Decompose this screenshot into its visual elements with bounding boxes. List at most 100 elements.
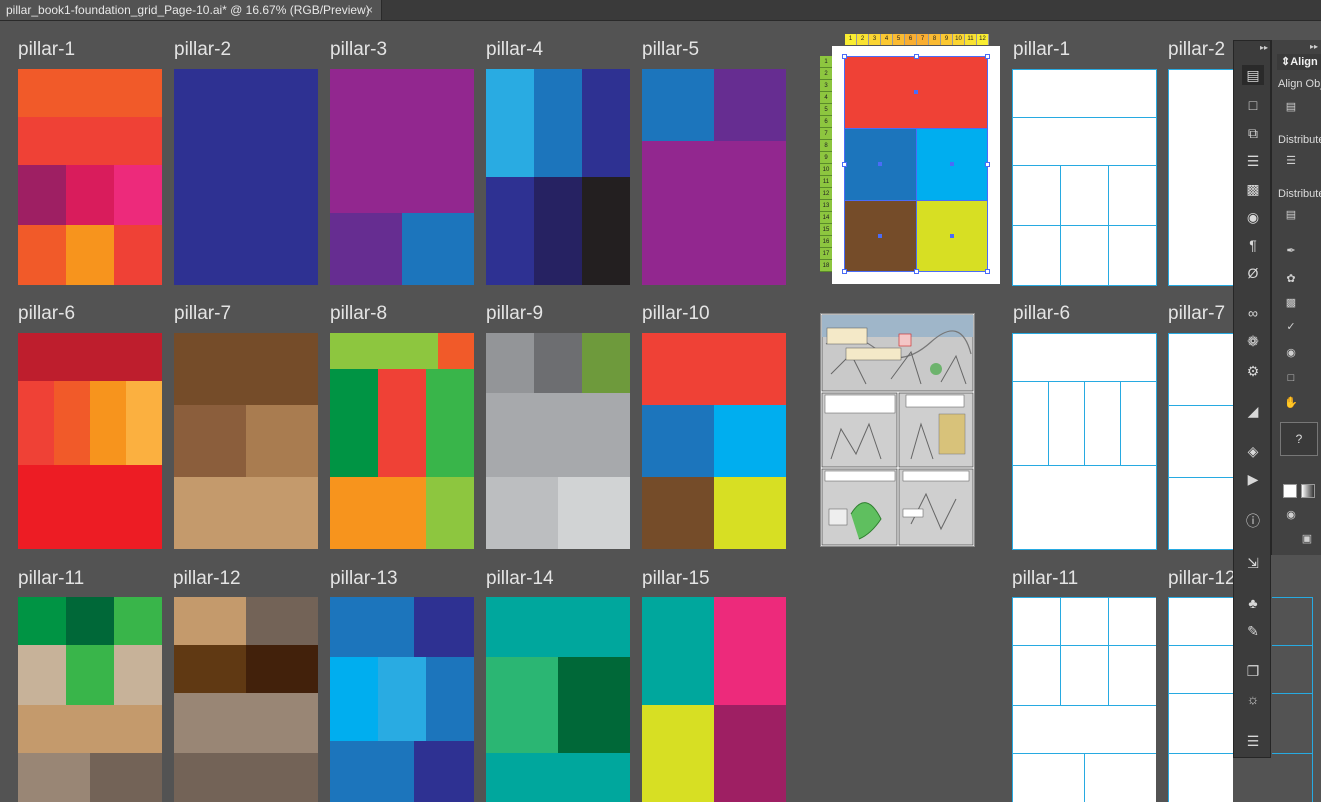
- outline-label-pillar-2: pillar-2: [1168, 39, 1226, 60]
- selected-grid-group[interactable]: [842, 54, 990, 274]
- appearance-icon[interactable]: ◢: [1242, 401, 1264, 421]
- artboard-label-pillar-2: pillar-2: [174, 39, 232, 60]
- artboard-pillar-4[interactable]: [486, 69, 630, 285]
- symbol-sprayer-icon[interactable]: ◉: [1282, 346, 1300, 360]
- artboard-pillar-14[interactable]: [486, 597, 630, 802]
- gradient-fill-button[interactable]: [1301, 484, 1315, 498]
- outline-artboard-pillar-11[interactable]: [1012, 597, 1156, 802]
- artboard-label-pillar-9: pillar-9: [486, 303, 544, 324]
- lasso-tool-icon[interactable]: ✿: [1282, 272, 1300, 286]
- artboard-pillar-10[interactable]: [642, 333, 786, 549]
- selection-handle[interactable]: [842, 54, 847, 59]
- clipped-artboard-region: pillar-2 pillar-7 pillar-12: [1157, 0, 1233, 802]
- artboard-label-pillar-1: pillar-1: [18, 39, 76, 60]
- comic-sketch-image: [821, 314, 974, 546]
- outline-artboard-pillar-1[interactable]: [1012, 69, 1157, 286]
- selection-handle[interactable]: [985, 162, 990, 167]
- artboard-label-pillar-6: pillar-6: [18, 303, 76, 324]
- info-icon[interactable]: ⓘ: [1242, 511, 1264, 531]
- outline-artboard-pillar-6[interactable]: [1012, 333, 1157, 550]
- fill-stroke-swatch[interactable]: ?: [1280, 422, 1318, 456]
- screen-mode-icon[interactable]: ▣: [1298, 532, 1316, 546]
- artboard-label-pillar-12: pillar-12: [173, 568, 241, 589]
- gradient-icon[interactable]: ▩: [1242, 179, 1264, 199]
- globe-icon[interactable]: ☼: [1242, 689, 1264, 709]
- outline-artboard-pillar-2[interactable]: [1168, 69, 1233, 286]
- panel-icon-strip: ▸▸ ▤ □ ⧉ ☰ ▩ ◉ ¶ Ø ∞ ❁ ⚙ ◢ ◈ ▶ ⓘ ⇲ ♣ ✎ ❐…: [1233, 40, 1271, 758]
- outline-label-pillar-12: pillar-12: [1168, 568, 1233, 589]
- artboard-label-pillar-15: pillar-15: [642, 568, 710, 589]
- selection-handle[interactable]: [914, 54, 919, 59]
- selection-handle[interactable]: [842, 162, 847, 167]
- selection-handle[interactable]: [914, 269, 919, 274]
- column-ruler: 1 2 3 4 5 6 7 8 9 10 11 12: [845, 34, 989, 45]
- artboard-label-pillar-13: pillar-13: [330, 568, 398, 589]
- fill-color-button[interactable]: [1283, 484, 1297, 498]
- outline-label-pillar-7: pillar-7: [1168, 303, 1226, 324]
- artboard-pillar-1[interactable]: [18, 69, 162, 285]
- document-tab[interactable]: pillar_book1-foundation_grid_Page-10.ai*…: [0, 0, 382, 20]
- artboard-pillar-13[interactable]: [330, 597, 474, 802]
- opentype-icon[interactable]: Ø: [1242, 263, 1264, 283]
- artboard-label-pillar-11: pillar-11: [18, 568, 85, 589]
- export-icon[interactable]: ⇲: [1242, 553, 1264, 573]
- stroke-icon[interactable]: ☰: [1242, 151, 1264, 171]
- layers-icon[interactable]: ☰: [1242, 731, 1264, 751]
- document-tab-bar: pillar_book1-foundation_grid_Page-10.ai*…: [0, 0, 1321, 21]
- shape-builder-icon[interactable]: ▩: [1282, 296, 1300, 310]
- outline-label-pillar-6: pillar-6: [1013, 303, 1071, 324]
- outline-artboard-pillar-7[interactable]: [1168, 333, 1233, 550]
- paragraph-icon[interactable]: ¶: [1242, 235, 1264, 255]
- artboard-pillar-3[interactable]: [330, 69, 474, 285]
- artboard-label-pillar-14: pillar-14: [486, 568, 554, 589]
- artboard-pillar-11[interactable]: [18, 597, 162, 802]
- distribute-spacing-button[interactable]: ▤: [1282, 208, 1300, 222]
- selection-handle[interactable]: [842, 269, 847, 274]
- artboard-pillar-15[interactable]: [642, 597, 786, 802]
- close-tab-icon[interactable]: ×: [366, 0, 373, 20]
- artboard-label-pillar-8: pillar-8: [330, 303, 388, 324]
- artboard-label-pillar-4: pillar-4: [486, 39, 544, 60]
- distribute-top-button[interactable]: ☰: [1282, 154, 1300, 168]
- symbols-icon[interactable]: ❁: [1242, 331, 1264, 351]
- artboard-pillar-12[interactable]: [174, 597, 318, 802]
- distribute-spacing-label: Distribute: [1278, 188, 1321, 200]
- actions-icon[interactable]: ⚙: [1242, 361, 1264, 381]
- artboard-pillar-7[interactable]: [174, 333, 318, 549]
- document-tab-title: pillar_book1-foundation_grid_Page-10.ai*…: [6, 3, 370, 17]
- align-panel-tab[interactable]: ⇕Align: [1277, 54, 1321, 70]
- brush-icon[interactable]: ✎: [1242, 621, 1264, 641]
- pen-tool-icon[interactable]: ✒: [1282, 244, 1300, 258]
- club-icon[interactable]: ♣: [1242, 593, 1264, 613]
- panel-collapse-icon[interactable]: ▸▸: [1310, 42, 1318, 51]
- artboard-label-pillar-5: pillar-5: [642, 39, 700, 60]
- artboard-pillar-2[interactable]: [174, 69, 318, 285]
- artboard-pillar-8[interactable]: [330, 333, 474, 549]
- draw-mode-icon[interactable]: ◉: [1282, 508, 1300, 522]
- pathfinder-icon[interactable]: ◉: [1242, 207, 1264, 227]
- hand-tool-icon[interactable]: ✋: [1282, 396, 1300, 410]
- comic-page-preview[interactable]: [820, 313, 975, 547]
- artboard-pillar-9[interactable]: [486, 333, 630, 549]
- row-ruler: 123 456 789 10 11 12 13 14 15 16 17 18: [820, 56, 832, 272]
- selection-handle[interactable]: [985, 269, 990, 274]
- artboard-tool-icon[interactable]: □: [1282, 372, 1300, 386]
- selection-handle[interactable]: [985, 54, 990, 59]
- play-icon[interactable]: ▶: [1242, 469, 1264, 489]
- align-objects-label: Align Obje: [1278, 78, 1321, 90]
- navigator-icon[interactable]: ◈: [1242, 441, 1264, 461]
- layers-stack-icon[interactable]: ❐: [1242, 661, 1264, 681]
- artboard-pillar-6[interactable]: [18, 333, 162, 549]
- transform-icon[interactable]: ⧉: [1242, 123, 1264, 143]
- align-left-button[interactable]: ▤: [1282, 100, 1300, 114]
- artboard-icon[interactable]: □: [1242, 95, 1264, 115]
- align-panel: ▸▸ ⇕Align Align Obje ▤ Distribute ☰ Dist…: [1271, 40, 1321, 555]
- eyedropper-icon[interactable]: ✓: [1282, 320, 1300, 334]
- align-icon[interactable]: ▤: [1242, 65, 1264, 85]
- artboard-label-pillar-10: pillar-10: [642, 303, 710, 324]
- outline-label-pillar-1: pillar-1: [1013, 39, 1071, 60]
- artboard-pillar-5[interactable]: [642, 69, 786, 285]
- outline-artboard-pillar-12[interactable]: [1168, 597, 1233, 802]
- collapse-panels-icon[interactable]: ▸▸: [1260, 43, 1268, 52]
- links-icon[interactable]: ∞: [1242, 303, 1264, 323]
